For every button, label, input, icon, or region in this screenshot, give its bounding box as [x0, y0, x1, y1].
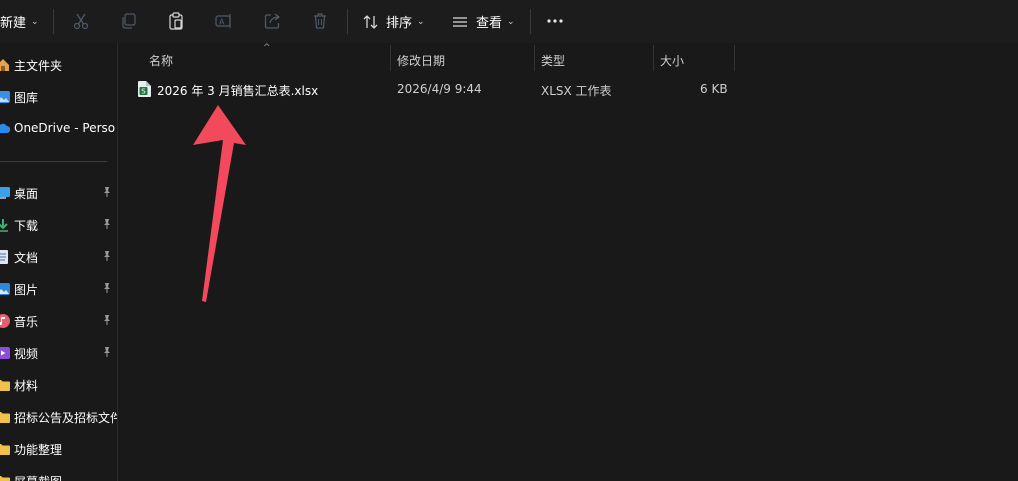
column-header-type[interactable]: 类型: [535, 45, 653, 73]
column-header-label: 名称: [149, 54, 174, 68]
download-icon: [0, 218, 10, 232]
sidebar-item-label: 主文件夹: [14, 59, 63, 73]
sidebar-item-folder[interactable]: 材料: [0, 371, 117, 399]
video-icon: [0, 346, 10, 360]
sidebar-divider: [0, 161, 107, 162]
sidebar-item-label: 视频: [14, 347, 39, 361]
column-header-name[interactable]: 名称: [118, 45, 390, 73]
column-header-size[interactable]: 大小: [654, 45, 734, 73]
sidebar-item-documents[interactable]: 文档: [0, 243, 117, 271]
pin-icon[interactable]: [101, 250, 113, 262]
desktop-icon: [0, 186, 10, 200]
sidebar-item-folder[interactable]: 屏幕截图: [0, 467, 117, 481]
folder-icon: [0, 442, 10, 456]
file-modified-date: 2026/4/9 9:44: [397, 82, 482, 96]
copy-icon[interactable]: [119, 11, 139, 31]
chevron-down-icon: ⌄: [507, 16, 515, 27]
pin-icon[interactable]: [101, 218, 113, 230]
spreadsheet-icon: S: [138, 81, 151, 97]
scissors-icon[interactable]: [71, 11, 91, 31]
folder-icon: [0, 410, 10, 424]
sidebar-item-label: 材料: [14, 379, 39, 393]
rename-icon[interactable]: A: [214, 11, 234, 31]
new-button[interactable]: 新建 ⌄: [0, 0, 39, 43]
sidebar-item-desktop[interactable]: 桌面: [0, 179, 117, 207]
new-button-label: 新建: [0, 16, 27, 31]
home-icon: [0, 58, 10, 72]
file-size: 6 KB: [700, 82, 728, 96]
document-icon: [0, 250, 10, 264]
sidebar-item-label: 音乐: [14, 315, 39, 329]
more-icon[interactable]: [545, 11, 565, 31]
folder-icon: [0, 378, 10, 392]
column-divider[interactable]: [734, 45, 735, 71]
view-button-label: 查看: [476, 16, 503, 31]
cloud-icon: [0, 122, 11, 136]
column-header-label: 修改日期: [397, 54, 446, 68]
sidebar-item-videos[interactable]: 视频: [0, 339, 117, 367]
sidebar-item-gallery[interactable]: 图库: [0, 83, 117, 111]
view-icon: [451, 13, 469, 31]
gallery-icon: [0, 90, 10, 104]
sidebar-item-downloads[interactable]: 下载: [0, 211, 117, 239]
view-button[interactable]: 查看 ⌄: [451, 0, 515, 43]
sidebar-item-onedrive[interactable]: OneDrive - Perso: [0, 115, 117, 143]
chevron-down-icon: ⌄: [417, 16, 425, 27]
sidebar-item-label: 文档: [14, 251, 39, 265]
sidebar-item-label: 桌面: [14, 187, 39, 201]
paste-icon[interactable]: [166, 11, 186, 31]
annotation-arrow: [193, 105, 246, 302]
pin-icon[interactable]: [101, 314, 113, 326]
sidebar-item-label: 招标公告及招标文件: [14, 411, 117, 425]
pictures-icon: [0, 282, 10, 296]
sidebar-item-label: OneDrive - Perso: [14, 121, 116, 135]
share-icon[interactable]: [262, 11, 282, 31]
svg-text:S: S: [141, 88, 146, 96]
svg-text:A: A: [219, 18, 225, 27]
sidebar-item-folder[interactable]: 功能整理: [0, 435, 117, 463]
command-bar: 新建 ⌄ A 排序 ⌄ 查看 ⌄: [0, 0, 1018, 43]
navigation-pane: 主文件夹 图库 OneDrive - Perso 桌面 下载 文档 图片 音乐 …: [0, 43, 117, 481]
sidebar-item-label: 功能整理: [14, 443, 63, 457]
sort-button[interactable]: 排序 ⌄: [362, 0, 425, 43]
sidebar-item-folder[interactable]: 招标公告及招标文件: [0, 403, 117, 431]
file-type: XLSX 工作表: [541, 84, 612, 98]
pin-icon[interactable]: [101, 282, 113, 294]
column-header-label: 类型: [541, 54, 566, 68]
folder-icon: [0, 474, 10, 481]
sidebar-item-label: 图片: [14, 283, 39, 297]
pin-icon[interactable]: [101, 346, 113, 358]
toolbar-divider: [347, 9, 348, 34]
pin-icon[interactable]: [101, 186, 113, 198]
chevron-down-icon: ⌄: [31, 16, 39, 27]
toolbar-divider: [53, 9, 54, 34]
music-icon: [0, 314, 10, 328]
sidebar-item-music[interactable]: 音乐: [0, 307, 117, 335]
sort-icon: [362, 13, 380, 31]
column-header-label: 大小: [660, 54, 685, 68]
sidebar-item-home[interactable]: 主文件夹: [0, 51, 117, 79]
sidebar-item-label: 下载: [14, 219, 39, 233]
sidebar-item-label: 图库: [14, 91, 39, 105]
column-header-modified[interactable]: 修改日期: [391, 45, 534, 73]
delete-icon[interactable]: [310, 11, 330, 31]
sort-button-label: 排序: [386, 16, 413, 31]
sidebar-item-label: 屏幕截图: [14, 473, 62, 481]
sidebar-item-pictures[interactable]: 图片: [0, 275, 117, 303]
toolbar-divider: [530, 9, 531, 34]
